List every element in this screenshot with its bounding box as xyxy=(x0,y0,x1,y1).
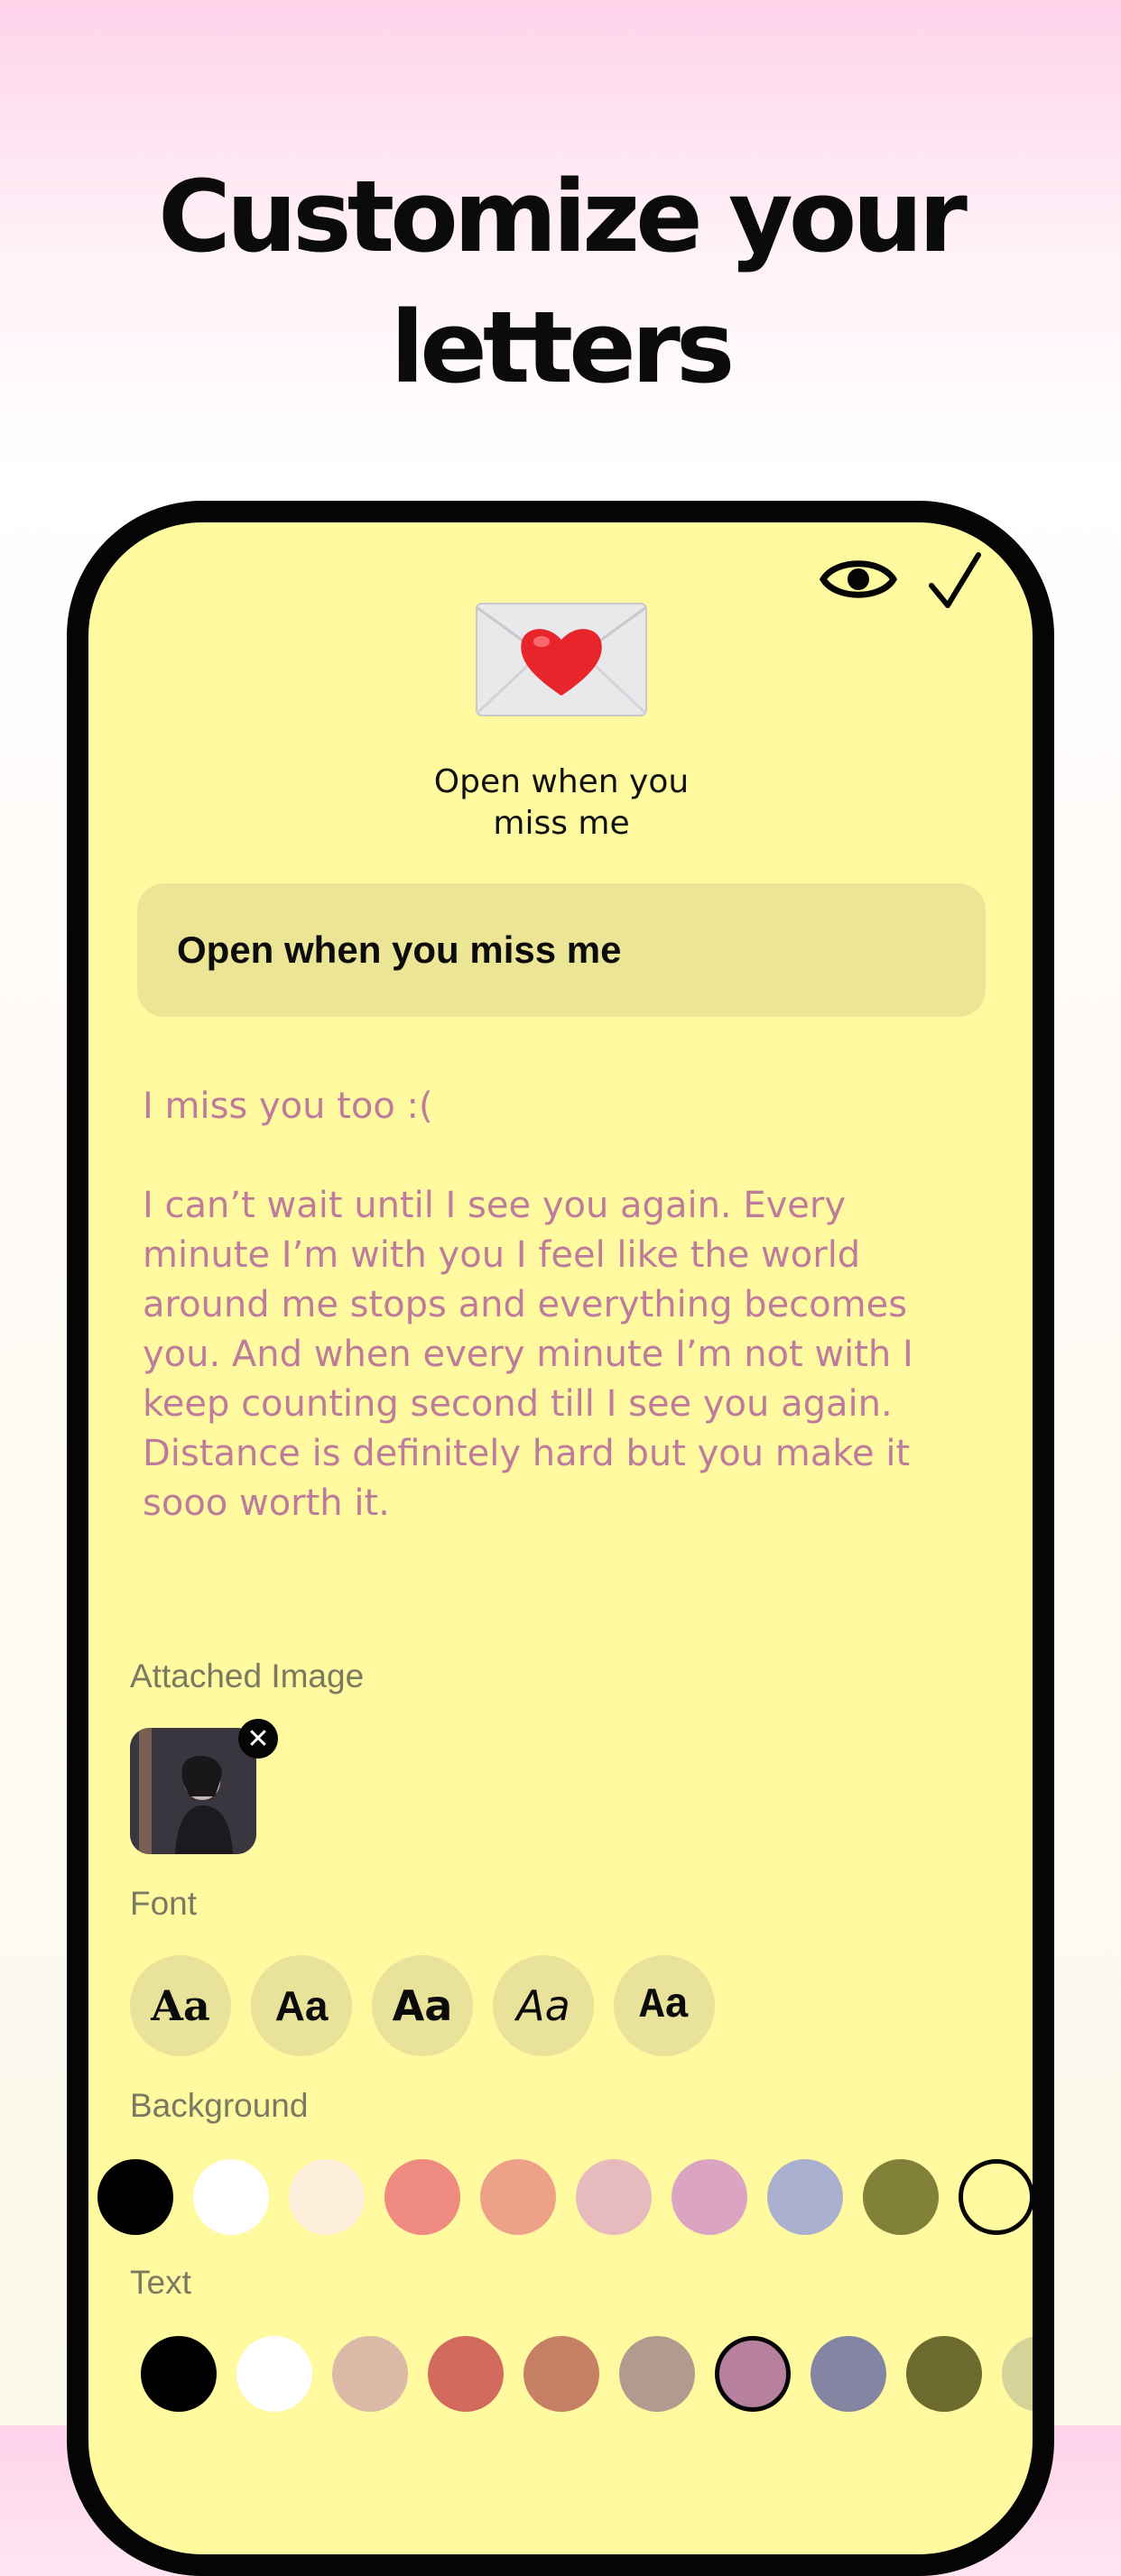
font-option-sans[interactable]: Aa xyxy=(251,1955,352,2056)
font-option-handwritten[interactable]: Aa xyxy=(493,1955,594,2056)
background-color-swatch[interactable] xyxy=(863,2159,939,2235)
text-color-swatch[interactable] xyxy=(332,2336,408,2412)
eye-icon[interactable] xyxy=(819,551,898,607)
text-color-swatch[interactable] xyxy=(811,2336,886,2412)
background-label: Background xyxy=(130,2087,309,2124)
text-color-swatch[interactable] xyxy=(428,2336,504,2412)
background-color-swatch[interactable] xyxy=(193,2159,269,2235)
envelope-title-line-1: Open when you xyxy=(433,763,690,800)
checkmark-icon[interactable] xyxy=(928,551,982,611)
attached-image-label: Attached Image xyxy=(130,1657,365,1694)
letter-body-textarea[interactable]: I miss you too :( I can’t wait until I s… xyxy=(143,1082,982,1528)
attached-image-thumbnail[interactable] xyxy=(130,1728,256,1854)
font-option-rounded[interactable]: Aa xyxy=(372,1955,473,2056)
title-input-value: Open when you miss me xyxy=(177,928,622,971)
headline-line-1: Customize your xyxy=(158,159,968,274)
background-color-swatch[interactable] xyxy=(576,2159,652,2235)
font-option-marker[interactable]: Aa xyxy=(614,1955,715,2056)
text-color-label: Text xyxy=(130,2264,191,2301)
font-label: Font xyxy=(130,1885,198,1922)
background-color-swatch[interactable] xyxy=(384,2159,460,2235)
text-color-swatch[interactable] xyxy=(1002,2336,1033,2412)
text-color-swatch[interactable] xyxy=(141,2336,217,2412)
background-color-swatch[interactable] xyxy=(767,2159,843,2235)
text-color-swatch[interactable] xyxy=(715,2336,791,2412)
text-color-swatch[interactable] xyxy=(906,2336,982,2412)
text-color-swatch[interactable] xyxy=(236,2336,312,2412)
phone-frame: Open when you miss me Open when you miss… xyxy=(67,501,1054,2576)
title-input[interactable]: Open when you miss me xyxy=(137,883,986,1017)
text-color-swatch[interactable] xyxy=(619,2336,695,2412)
remove-image-button[interactable]: ✕ xyxy=(238,1719,278,1759)
headline-line-2: letters xyxy=(390,290,736,405)
font-option-serif[interactable]: Aa xyxy=(130,1955,231,2056)
love-letter-envelope-icon[interactable] xyxy=(475,602,648,717)
text-color-swatch[interactable] xyxy=(523,2336,599,2412)
envelope-title: Open when you miss me xyxy=(359,762,764,845)
background-color-swatch[interactable] xyxy=(289,2159,365,2235)
background-color-swatch[interactable] xyxy=(480,2159,556,2235)
envelope-title-line-2: miss me xyxy=(493,805,630,842)
background-color-swatch[interactable] xyxy=(672,2159,747,2235)
background-color-swatch[interactable] xyxy=(97,2159,173,2235)
background-color-swatch[interactable] xyxy=(959,2159,1033,2235)
